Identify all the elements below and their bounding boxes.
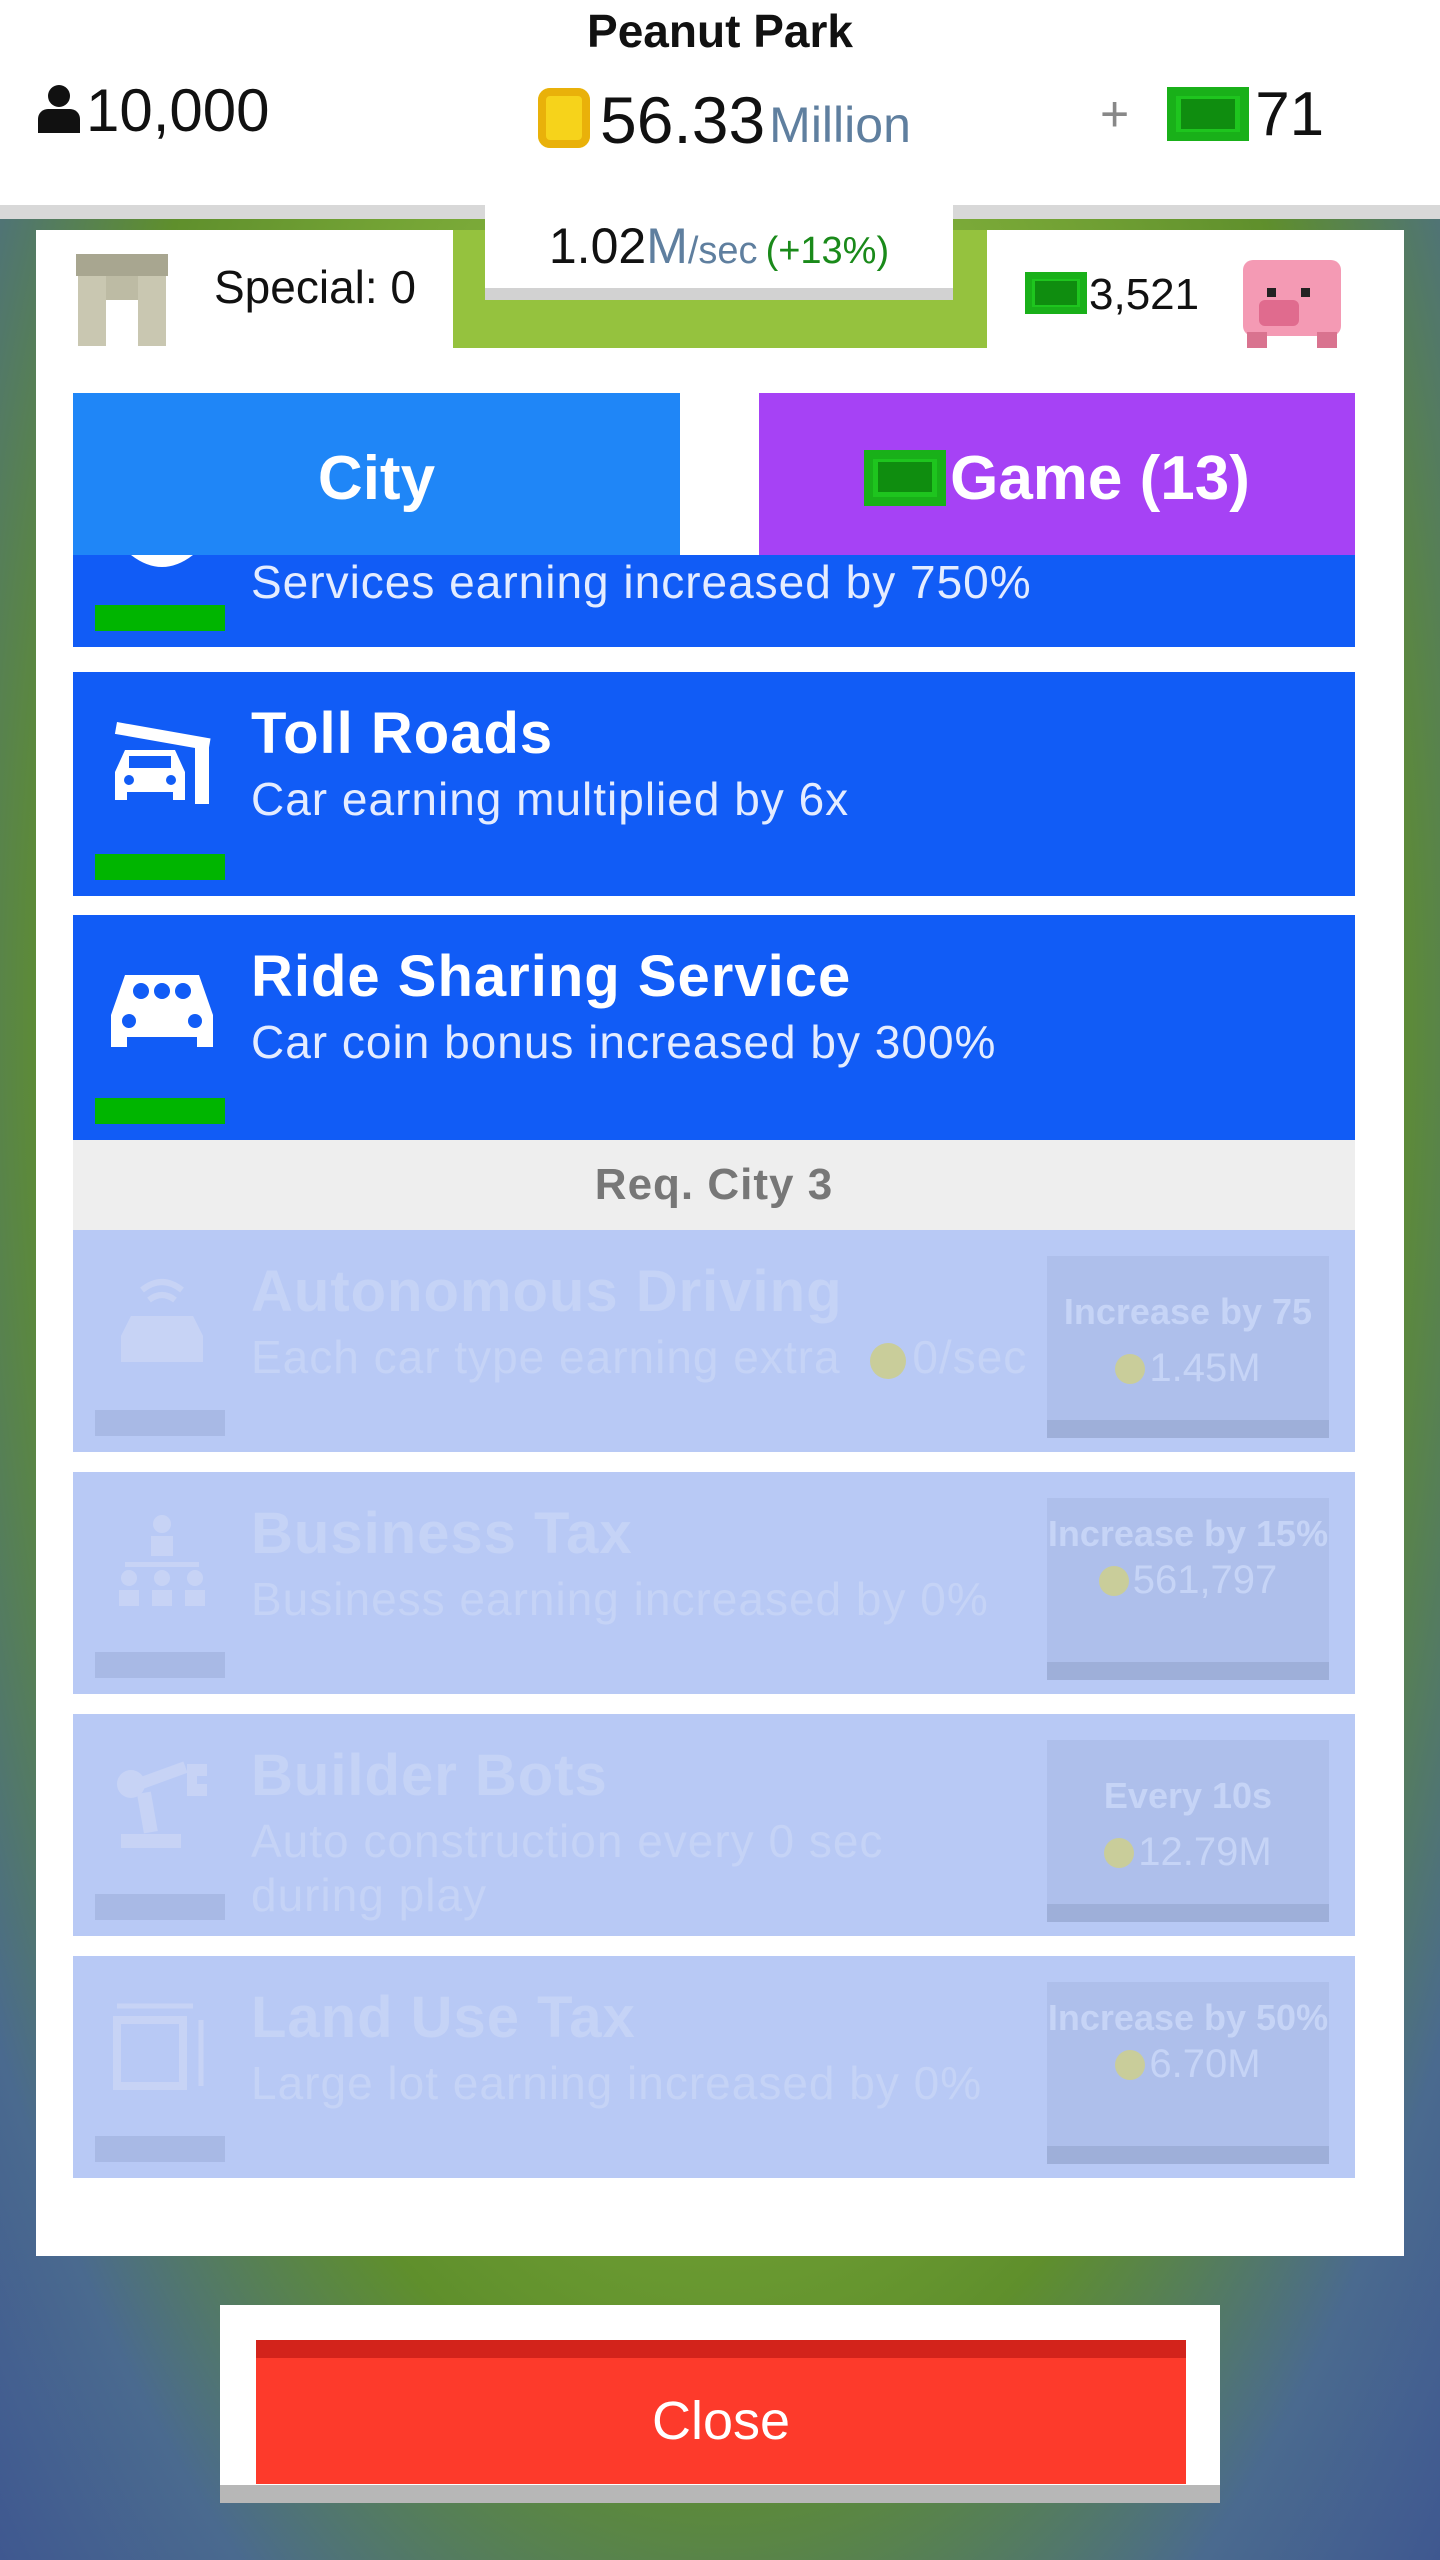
progress-bar [95,1098,225,1124]
rate-per: /sec [687,230,758,272]
purchase-label: Increase by 50% [1047,1997,1329,2038]
purchase-cost: 12.79M [1138,1830,1272,1874]
tab-game-label: Game (13) [950,443,1250,513]
item-description: Services earning increased by 750% [251,556,1032,608]
purchase-button[interactable]: Increase by 15% 561,797 [1047,1498,1329,1680]
item-description: Car earning multiplied by 6x [251,773,850,825]
purchase-label: Every 10s [1103,1775,1273,1816]
requirement-header: Req. City 3 [73,1140,1355,1230]
gem-icon [1167,87,1250,141]
cash-counter: 3,521 [987,230,1404,348]
progress-bar [95,1410,225,1436]
park-name: Peanut Park [587,5,853,57]
land-lot-icon [107,1996,217,2096]
shield-icon [107,555,217,577]
item-description: Each car type earning extra 0/sec [251,1330,1027,1384]
tab-game[interactable]: Game (13) [759,393,1355,555]
purchase-cost: 1.45M [1149,1346,1261,1390]
purchase-label: Increase by 15% [1047,1513,1329,1554]
coin-icon [870,1342,907,1379]
gem-counter[interactable]: + 71 [1100,74,1324,154]
upgrade-list[interactable]: Services earning increased by 750% Toll … [73,555,1355,2195]
money-amount: 56.33 [600,83,766,157]
add-gems-icon[interactable]: + [1100,85,1129,143]
special-counter: Special: 0 [36,230,453,348]
coin-icon [1115,1353,1146,1384]
item-title: Toll Roads [251,701,554,766]
arch-icon [76,254,168,346]
autonomous-car-icon [107,1270,217,1370]
item-title: Builder Bots [251,1743,608,1808]
list-item[interactable]: Land Use Tax Large lot earning increased… [73,1956,1355,2178]
item-title: Ride Sharing Service [251,944,852,1009]
item-description: Car coin bonus increased by 300% [251,1016,997,1068]
purchase-label: Increase by 75 [1063,1291,1313,1332]
purchase-button[interactable]: Increase by 75 1.45M [1047,1256,1329,1438]
progress-bar [95,1894,225,1920]
item-title: Autonomous Driving [251,1259,843,1324]
coin-icon [1104,1837,1135,1868]
purchase-cost: 561,797 [1132,1558,1278,1602]
coin-icon [1115,2049,1146,2080]
population-value: 10,000 [86,76,270,144]
item-description-text: Each car type earning extra [251,1331,841,1383]
purchase-cost: 6.70M [1149,2042,1261,2086]
rate-value: 1.02 [548,218,647,274]
close-button[interactable]: Close [256,2340,1186,2484]
piggy-bank-icon[interactable] [1237,248,1347,348]
list-item[interactable]: Services earning increased by 750% [73,555,1355,647]
top-bar: Peanut Park 10,000 56.33 Million + 71 [0,0,1440,205]
rate-unit: M [646,218,688,274]
coin-icon [1098,1565,1129,1596]
rate-bonus: (+13%) [765,230,890,272]
progress-bar [95,854,225,880]
item-description: Large lot earning increased by 0% [251,2057,983,2109]
toll-road-icon [107,712,217,812]
purchase-button[interactable]: Increase by 50% 6.70M [1047,1982,1329,2164]
progress-bar [95,2136,225,2162]
tab-city[interactable]: City [73,393,680,555]
gem-count: 71 [1255,79,1325,149]
cash-value: 3,521 [1089,270,1200,319]
list-item[interactable]: Business Tax Business earning increased … [73,1472,1355,1694]
item-description-extra: 0/sec [912,1331,1028,1383]
org-chart-icon [107,1512,217,1612]
purchase-button[interactable]: Every 10s 12.79M [1047,1740,1329,1922]
list-item[interactable]: Builder Bots Auto construction every 0 s… [73,1714,1355,1936]
robot-arm-icon [107,1754,217,1854]
item-title: Business Tax [251,1501,633,1566]
item-description: Business earning increased by 0% [251,1573,989,1625]
progress-bar [95,1652,225,1678]
coin-icon [538,88,590,148]
population-counter: 10,000 [38,70,270,150]
car-icon [107,955,217,1055]
item-description: Auto construction every 0 sec during pla… [251,1815,884,1921]
cash-icon [1025,272,1087,314]
person-icon [38,85,80,135]
item-title: Land Use Tax [251,1985,636,2050]
gem-icon [864,450,947,506]
money-unit: Million [769,97,911,153]
progress-bar [95,605,225,631]
special-label: Special: 0 [214,261,417,313]
list-item[interactable]: Ride Sharing Service Car coin bonus incr… [73,915,1355,1140]
money-counter: 56.33 Million [538,70,911,158]
list-item[interactable]: Toll Roads Car earning multiplied by 6x [73,672,1355,896]
income-rate: 1.02M/sec (+13%) [485,204,953,300]
list-item[interactable]: Autonomous Driving Each car type earning… [73,1230,1355,1452]
